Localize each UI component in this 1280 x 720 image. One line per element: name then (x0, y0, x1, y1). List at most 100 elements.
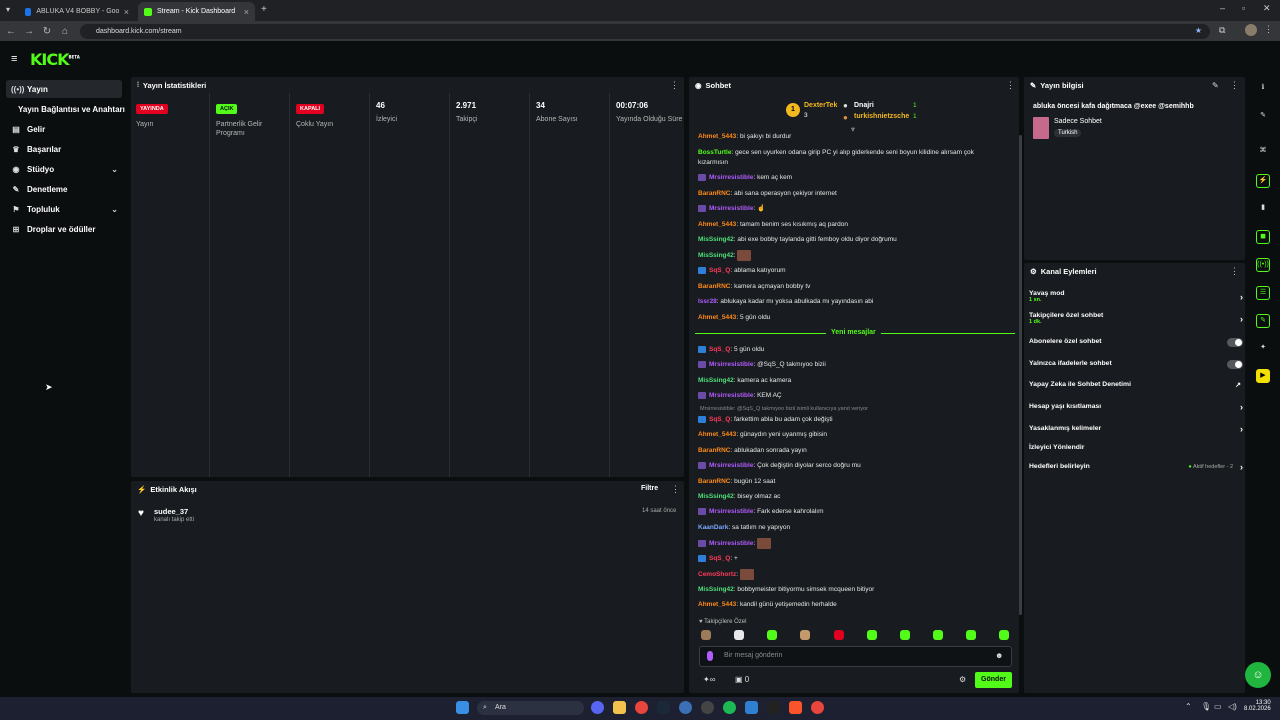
profile-avatar[interactable] (1245, 24, 1257, 36)
top-gifter-name[interactable]: Dnajri (854, 102, 874, 109)
extensions-icon[interactable]: ⧉ (1219, 25, 1225, 36)
action-emotes-only[interactable]: Yalnızca ifadelerle sohbet (1029, 360, 1243, 370)
sidebar-item-topluluk[interactable]: ⚑ Topluluk ⌄ (6, 200, 122, 218)
emote-button[interactable] (867, 630, 877, 640)
close-tab-icon[interactable]: × (124, 7, 129, 17)
emote-button[interactable] (734, 630, 744, 640)
sidebar-item-studyo[interactable]: ◉ Stüdyo ⌄ (6, 160, 122, 178)
browser-tab-1[interactable]: ABLUKA V4 BOBBY - Google Ele × (19, 2, 135, 21)
sidebar-item-stream-key[interactable]: Yayın Bağlantısı ve Anahtarı (6, 100, 127, 118)
emote-button[interactable] (701, 630, 711, 640)
chat-menu-icon[interactable]: ⋮ (1006, 80, 1015, 91)
points-rail-icon[interactable]: ✦ (1256, 342, 1270, 356)
action-subscribers-only[interactable]: Abonelere özel sohbet (1029, 338, 1243, 348)
browser-tab-2[interactable]: Stream - Kick Dashboard × (138, 2, 255, 21)
clip-icon[interactable]: ⌘ (1256, 145, 1270, 159)
emote-button[interactable] (834, 630, 844, 640)
stats-icon[interactable]: ▮ (1256, 202, 1270, 216)
action-ai-moderation[interactable]: Yapay Zeka ile Sohbet Denetimi ↗ (1029, 381, 1243, 391)
action-banned-words[interactable]: Yasaklanmış kelimeler › (1029, 424, 1243, 435)
toggle-switch[interactable] (1227, 338, 1243, 347)
maximize-icon[interactable]: ▫ (1242, 3, 1245, 13)
emote-button[interactable] (933, 630, 943, 640)
points-icon[interactable]: ✦∞ (703, 675, 715, 684)
action-account-age[interactable]: Hesap yaşı kısıtlaması › (1029, 402, 1243, 413)
top-gifter-name[interactable]: DexterTek (804, 102, 837, 109)
windows-start-icon[interactable] (456, 701, 469, 714)
minimize-icon[interactable]: – (1220, 3, 1225, 13)
action-goals[interactable]: Hedefleri belirleyin ● Aktif hedefler - 2… (1029, 462, 1243, 473)
support-chat-icon[interactable]: ☺ (1245, 662, 1271, 688)
emote-button[interactable] (966, 630, 976, 640)
new-messages-label[interactable]: Yeni mesajlar (826, 329, 881, 336)
chrome-active-icon[interactable] (811, 701, 824, 714)
action-raid[interactable]: İzleyici Yönlendir (1029, 444, 1243, 454)
emote-button[interactable] (767, 630, 777, 640)
edit-icon[interactable]: ✎ (1212, 81, 1219, 90)
emoji-picker-icon[interactable]: ☻ (995, 651, 1003, 660)
bookmark-star-icon[interactable]: ★ (1195, 26, 1202, 35)
send-button[interactable]: Gönder (975, 672, 1012, 688)
chat-scrollbar[interactable] (1019, 135, 1022, 615)
sidebar-item-gelir[interactable]: ▤ Gelir (6, 120, 122, 138)
sidebar-item-yayin[interactable]: ((•)) Yayın (6, 80, 122, 98)
info-icon[interactable]: ℹ (1256, 82, 1270, 96)
gift-icon[interactable]: ▣ 0 (735, 675, 749, 684)
browser-menu-icon[interactable]: ⋮ (1264, 24, 1273, 35)
taskbar-search[interactable]: ⌕ Ara (477, 701, 584, 715)
broadcast-icon[interactable]: ((•)) (1256, 258, 1270, 272)
sidebar-item-denetleme[interactable]: ✎ Denetleme (6, 180, 122, 198)
activity-bolt-icon[interactable]: ⚡ (1256, 174, 1270, 188)
moderation-wrench-icon[interactable]: ✎ (1256, 314, 1270, 328)
emote-button[interactable] (800, 630, 810, 640)
chrome-icon[interactable] (635, 701, 648, 714)
volume-icon[interactable]: ◁) (1228, 702, 1237, 711)
edit-pencil-icon[interactable]: ✎ (1256, 110, 1270, 124)
emote-button[interactable] (900, 630, 910, 640)
file-explorer-icon[interactable] (613, 701, 626, 714)
channel-actions-menu-icon[interactable]: ⋮ (1230, 266, 1239, 277)
hamburger-menu-icon[interactable]: ≡ (11, 53, 17, 65)
mic-icon[interactable] (707, 651, 713, 661)
mic-tray-icon[interactable]: 🎙 (1201, 702, 1211, 711)
app-icon[interactable] (679, 701, 692, 714)
top-gifter-name[interactable]: turkishnietzsche (854, 113, 909, 120)
tab-search-icon[interactable]: ▾ (6, 5, 10, 14)
notion-icon[interactable] (767, 701, 780, 714)
activity-menu-icon[interactable]: ⋮ (671, 484, 680, 495)
vscode-icon[interactable] (745, 701, 758, 714)
sidebar-item-droplar[interactable]: ⊞ Droplar ve ödüller (6, 220, 122, 238)
close-tab-icon[interactable]: × (244, 7, 249, 17)
back-icon[interactable]: ← (2, 26, 20, 37)
sidebar-item-basarilar[interactable]: ♛ Başarılar (6, 140, 122, 158)
kick-logo[interactable]: KICKBETA (30, 50, 80, 69)
activity-user[interactable]: sudee_37 (154, 507, 188, 516)
steam-icon[interactable] (657, 701, 670, 714)
clock[interactable]: 13:30 8.02.2026 (1244, 700, 1271, 712)
tab-title: ABLUKA V4 BOBBY - Google Ele (36, 8, 119, 15)
discord-icon[interactable] (591, 701, 604, 714)
chat-toggle-icon[interactable]: ◼ (1256, 230, 1270, 244)
brave-icon[interactable] (789, 701, 802, 714)
reload-icon[interactable]: ↻ (38, 26, 56, 37)
address-bar[interactable]: dashboard.kick.com/stream ★ (80, 24, 1210, 39)
toggle-switch[interactable] (1227, 360, 1243, 369)
spotify-icon[interactable] (723, 701, 736, 714)
channel-actions-icon[interactable]: ☰ (1256, 286, 1270, 300)
new-tab-icon[interactable]: + (261, 4, 267, 15)
chat-settings-gear-icon[interactable]: ⚙ (959, 675, 966, 684)
home-icon[interactable]: ⌂ (56, 26, 74, 37)
category-thumbnail[interactable] (1033, 117, 1049, 139)
close-window-icon[interactable]: ✕ (1263, 3, 1271, 14)
tray-chevron-icon[interactable]: ⌃ (1185, 702, 1192, 711)
action-followers-only[interactable]: Takipçilere özel sohbet 1 dk. › (1029, 312, 1243, 330)
clapper-icon[interactable]: ▶ (1256, 369, 1270, 383)
stream-info-menu-icon[interactable]: ⋮ (1230, 80, 1239, 91)
forward-icon[interactable]: → (20, 26, 38, 37)
obs-icon[interactable] (701, 701, 714, 714)
action-slow-mode[interactable]: Yavaş mod 1 sn. › (1029, 290, 1243, 308)
network-icon[interactable]: ▭ (1214, 702, 1222, 711)
emote-button[interactable] (999, 630, 1009, 640)
filter-button[interactable]: Filtre (641, 485, 658, 492)
category-name[interactable]: Sadece Sohbet (1054, 118, 1102, 125)
